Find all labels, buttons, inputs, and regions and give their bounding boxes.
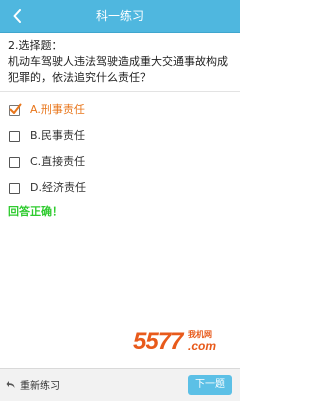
checkbox[interactable]: [9, 183, 20, 194]
options-list: A.刑事责任 B.民事责任 C.直接责任 D.经济责任: [0, 98, 240, 202]
option-b[interactable]: B.民事责任: [0, 124, 240, 150]
bottom-bar: 重新练习 下一题: [0, 368, 240, 401]
option-c[interactable]: C.直接责任: [0, 150, 240, 176]
svg-text:.com: .com: [188, 339, 216, 353]
option-label: C.直接责任: [30, 155, 86, 168]
option-label: A.刑事责任: [30, 103, 85, 116]
checkbox[interactable]: [9, 131, 20, 142]
undo-icon: [6, 381, 15, 388]
checkmark-icon: [9, 103, 22, 114]
option-label: B.民事责任: [30, 129, 86, 142]
checkbox[interactable]: [9, 157, 20, 168]
svg-text:我机网: 我机网: [188, 329, 212, 339]
option-a[interactable]: A.刑事责任: [0, 98, 240, 124]
restart-label: 重新练习: [20, 381, 60, 392]
option-d[interactable]: D.经济责任: [0, 176, 240, 202]
checkbox-checked[interactable]: [9, 103, 22, 116]
question-text: 机动车驾驶人违法驾驶造成重大交通事故构成犯罪的，依法追究什么责任？: [8, 55, 228, 84]
svg-text:5577: 5577: [133, 328, 185, 355]
title-bar: 科一练习: [0, 0, 240, 33]
divider: [0, 91, 240, 92]
page-title: 科一练习: [95, 9, 144, 23]
watermark-logo: 5577 我机网 .com: [133, 328, 216, 355]
answer-result: 回答正确！: [8, 205, 63, 218]
option-label: D.经济责任: [30, 181, 86, 194]
next-question-button[interactable]: 下一题: [188, 375, 232, 395]
question-type: 2.选择题：: [8, 39, 63, 52]
question-block: 2.选择题： 机动车驾驶人违法驾驶造成重大交通事故构成犯罪的，依法追究什么责任？: [8, 38, 234, 86]
